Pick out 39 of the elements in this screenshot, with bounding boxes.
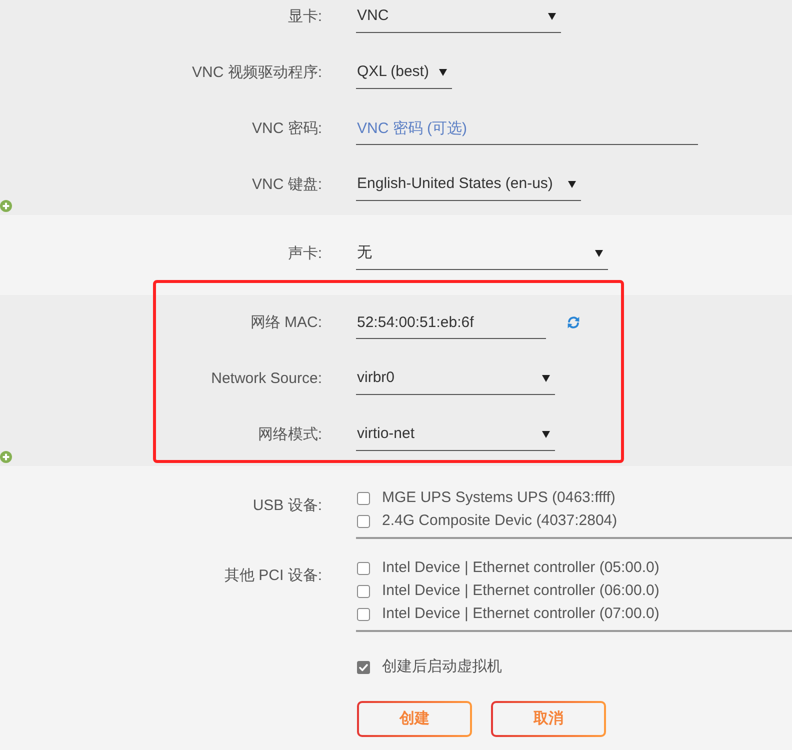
field-label: 显卡: bbox=[288, 7, 322, 27]
checkbox-label: 2.4G Composite Devic (4037:2804) bbox=[382, 511, 618, 532]
field-label: 声卡: bbox=[288, 244, 322, 264]
input-field[interactable]: VNC 密码 (可选) bbox=[356, 112, 698, 145]
caret-icon bbox=[542, 430, 550, 438]
field-label: 网络 MAC: bbox=[250, 313, 322, 333]
checkbox[interactable] bbox=[357, 515, 370, 528]
plus-icon[interactable] bbox=[0, 200, 12, 212]
input-field[interactable]: 52:54:00:51:eb:6f bbox=[356, 306, 546, 339]
caret-icon bbox=[548, 12, 556, 20]
select-field[interactable]: virbr0 bbox=[356, 362, 555, 395]
field-label: 网络模式: bbox=[258, 425, 322, 445]
plus-icon[interactable] bbox=[0, 451, 12, 463]
select-field[interactable]: English-United States (en-us) bbox=[356, 168, 581, 201]
field-label: Network Source: bbox=[211, 369, 322, 389]
refresh-icon[interactable] bbox=[567, 316, 580, 329]
field-label: 其他 PCI 设备: bbox=[224, 566, 322, 586]
select-field[interactable]: virtio-net bbox=[356, 418, 555, 451]
caret-icon bbox=[542, 374, 550, 382]
checkbox[interactable] bbox=[357, 608, 370, 621]
caret-icon bbox=[568, 180, 576, 188]
field-label: VNC 密码: bbox=[252, 119, 322, 139]
select-field[interactable]: VNC bbox=[356, 0, 561, 33]
checkbox-label: Intel Device | Ethernet controller (07:00.0) bbox=[382, 604, 660, 624]
field-label: VNC 键盘: bbox=[252, 175, 322, 195]
checkbox[interactable] bbox=[357, 562, 370, 575]
checkbox-label: 创建后启动虚拟机 bbox=[382, 656, 502, 677]
checkbox[interactable] bbox=[357, 585, 370, 598]
select-field[interactable]: 无 bbox=[356, 237, 608, 270]
checkbox[interactable] bbox=[357, 660, 370, 674]
field-label: VNC 视频驱动程序: bbox=[192, 63, 322, 83]
checkbox-label: Intel Device | Ethernet controller (06:00.0) bbox=[382, 581, 660, 602]
field-label: USB 设备: bbox=[252, 496, 322, 516]
caret-icon bbox=[439, 68, 447, 76]
checkbox-label: MGE UPS Systems UPS (0463:ffff) bbox=[382, 488, 616, 508]
checkbox-label: Intel Device | Ethernet controller (05:00.0) bbox=[382, 558, 660, 578]
select-field[interactable]: QXL (best) bbox=[356, 56, 452, 89]
checkbox[interactable] bbox=[357, 492, 370, 505]
caret-icon bbox=[595, 250, 603, 256]
